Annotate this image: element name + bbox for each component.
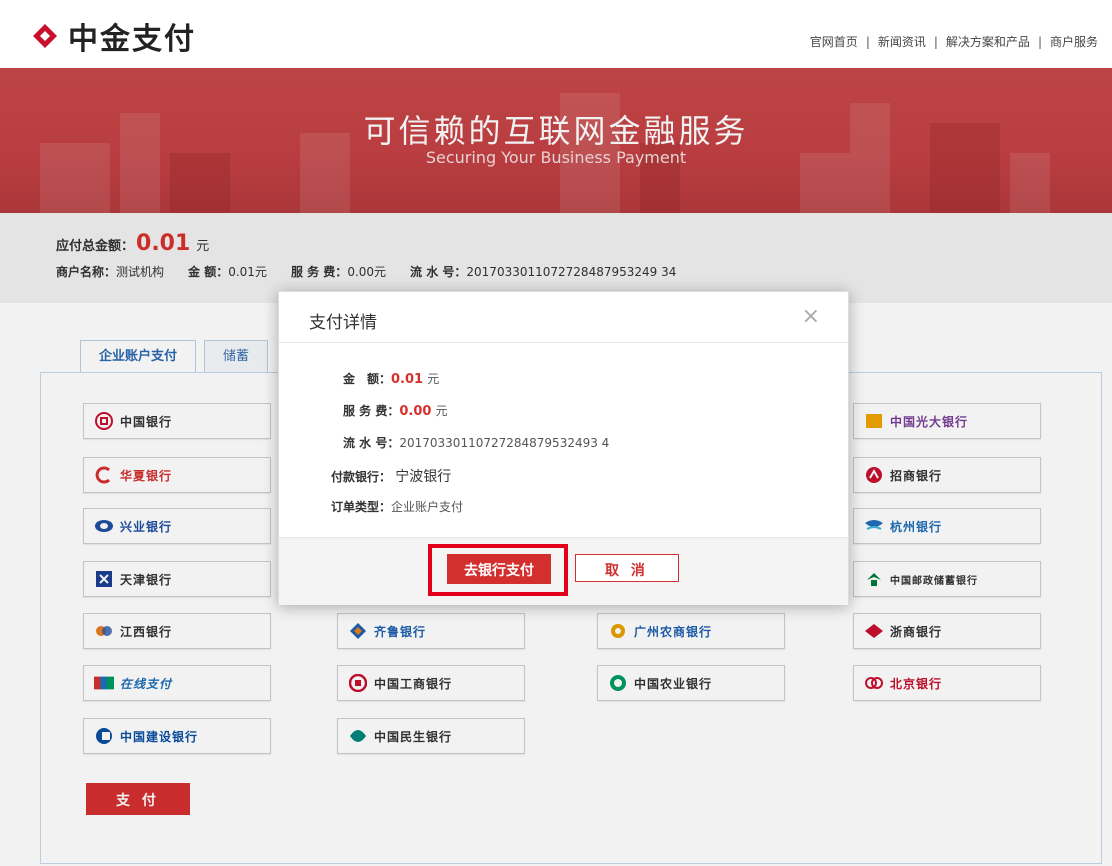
order-details-row: 商户名称：测试机构 金 额：0.01元 服 务 费：0.00元 流 水 号：20… [56,263,700,280]
bank-option[interactable]: 齐鲁银行 [337,613,525,649]
modal-footer: 去银行支付 取 消 [279,537,848,605]
total-amount-value: 0.01 [136,231,191,256]
cmb-icon [864,465,884,485]
bank-option[interactable]: 招商银行 [853,457,1041,493]
tjb-icon [94,569,114,589]
nav-separator: | [865,34,870,49]
abc-icon [608,673,628,693]
order-summary: 应付总金额： 0.01 元 商户名称：测试机构 金 额：0.01元 服 务 费：… [0,213,1112,303]
ccb-icon [94,726,114,746]
boc-icon [94,411,114,431]
modal-divider [279,342,848,343]
bank-option[interactable]: 中国农业银行 [597,665,785,701]
bob-icon [864,673,884,693]
bank-option[interactable]: 中国银行 [83,403,271,439]
bank-option[interactable]: 中国光大银行 [853,403,1041,439]
modal-order-type-row: 订单类型：企业账户支付 [331,500,464,514]
payment-details-modal: 支付详情 × 金 额：0.01 元 服 务 费：0.00 元 流 水 号：201… [278,291,849,605]
banner-title: 可信赖的互联网金融服务 [363,112,749,150]
total-amount-row: 应付总金额： 0.01 元 [56,231,209,256]
bank-option[interactable]: 天津银行 [83,561,271,597]
qlb-icon [348,621,368,641]
merchant-name: 商户名称：测试机构 [56,265,165,279]
nav-merchant-service[interactable]: 商户服务 [1050,33,1098,50]
bank-option[interactable]: 中国工商银行 [337,665,525,701]
cmbc-icon [348,726,368,746]
service-fee: 服 务 费：0.00元 [290,265,387,279]
payment-tabs: 企业账户支付 储蓄 [80,340,276,374]
top-nav: 官网首页 | 新闻资讯 | 解决方案和产品 | 商户服务 [810,33,1098,50]
header: 中金支付 官网首页 | 新闻资讯 | 解决方案和产品 | 商户服务 [0,0,1112,68]
icbc-icon [348,673,368,693]
bank-option[interactable]: 中国邮政储蓄银行 [853,561,1041,597]
bank-option[interactable]: 北京银行 [853,665,1041,701]
jxb-icon [94,621,114,641]
close-icon[interactable]: × [802,304,820,329]
psbc-icon [864,569,884,589]
banner-subtitle: Securing Your Business Payment [425,148,687,167]
tab-enterprise-account-payment[interactable]: 企业账户支付 [80,340,197,374]
serial-number: 流 水 号：2017033011072728487953249 34 [410,265,677,279]
bank-option[interactable]: 江西银行 [83,613,271,649]
bank-option[interactable]: 兴业银行 [83,508,271,544]
hxb-icon [94,465,114,485]
hzb-icon [864,516,884,536]
modal-title: 支付详情 [309,313,377,333]
hero-banner: 可信赖的互联网金融服务 Securing Your Business Payme… [0,68,1112,213]
pay-button[interactable]: 支 付 [86,783,190,815]
total-amount-label: 应付总金额： [56,239,135,254]
amount: 金 额：0.01元 [188,265,267,279]
grcb-icon [608,621,628,641]
ceb-icon [864,411,884,431]
bank-option[interactable]: 浙商银行 [853,613,1041,649]
total-amount-unit: 元 [196,239,210,254]
cancel-button[interactable]: 取 消 [575,554,679,582]
bank-option[interactable]: 中国建设银行 [83,718,271,754]
nav-official-home[interactable]: 官网首页 [810,33,858,50]
tab-savings[interactable]: 储蓄 [204,340,269,373]
nav-separator: | [933,34,938,49]
bank-option[interactable]: 广州农商银行 [597,613,785,649]
go-to-bank-pay-button[interactable]: 去银行支付 [447,554,551,584]
bank-option[interactable]: 在线支付 [83,665,271,701]
modal-serial-row: 流 水 号：20170330110727284879532493 4 [343,436,610,450]
nav-news[interactable]: 新闻资讯 [878,33,926,50]
modal-bank-row: 付款银行： 宁波银行 [331,469,452,485]
logo[interactable]: 中金支付 [32,14,196,58]
nav-separator: | [1037,34,1042,49]
logo-diamond-icon [32,23,58,49]
logo-text: 中金支付 [68,22,196,57]
bank-option[interactable]: 中国民生银行 [337,718,525,754]
bank-option[interactable]: 华夏银行 [83,457,271,493]
modal-fee-row: 服 务 费：0.00 元 [343,404,448,419]
czb-icon [864,621,884,641]
bank-option[interactable]: 杭州银行 [853,508,1041,544]
cib-icon [94,516,114,536]
modal-amount-row: 金 额：0.01 元 [343,372,440,387]
unionpay-icon [94,673,114,693]
nav-solutions[interactable]: 解决方案和产品 [946,33,1030,50]
